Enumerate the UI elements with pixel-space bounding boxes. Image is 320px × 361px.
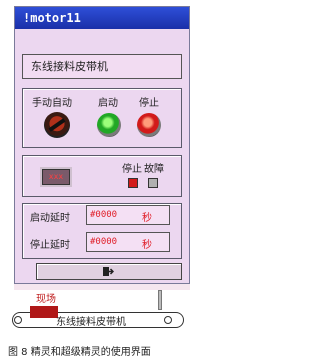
stop-label: 停止 xyxy=(139,98,159,109)
status-fault-label: 故障 xyxy=(144,164,164,175)
status-stop-label: 停止 xyxy=(122,164,142,175)
stop-delay-value: #0000 xyxy=(90,237,118,247)
device-name-field: 东线接料皮带机 xyxy=(22,54,182,79)
stop-delay-unit: 秒 xyxy=(142,240,152,251)
exit-door-icon xyxy=(103,267,114,276)
mode-label: 手动自动 xyxy=(32,98,72,109)
conveyor-label: 东线接料皮带机 xyxy=(56,317,126,328)
start-button[interactable] xyxy=(97,113,121,137)
start-delay-value: #0000 xyxy=(90,210,118,220)
stop-button[interactable] xyxy=(137,113,161,137)
status-display: xxx xyxy=(40,167,72,187)
start-label: 启动 xyxy=(98,98,118,109)
background-label: 现场 xyxy=(36,294,56,305)
roller-right xyxy=(164,316,172,324)
conveyor-post xyxy=(158,290,162,310)
stop-delay-label: 停止延时 xyxy=(30,240,70,251)
fault-indicator xyxy=(148,178,158,188)
window-title[interactable]: !motor11 xyxy=(15,7,189,29)
start-delay-unit: 秒 xyxy=(142,213,152,224)
roller-left xyxy=(14,316,22,324)
start-delay-label: 启动延时 xyxy=(30,213,70,224)
stop-delay-input[interactable]: #0000 xyxy=(86,232,170,252)
stop-indicator xyxy=(128,178,138,188)
figure-caption: 图 8 精灵和超级精灵的使用界面 xyxy=(8,347,151,358)
conveyor-motor xyxy=(30,306,58,318)
start-delay-input[interactable]: #0000 xyxy=(86,205,170,225)
